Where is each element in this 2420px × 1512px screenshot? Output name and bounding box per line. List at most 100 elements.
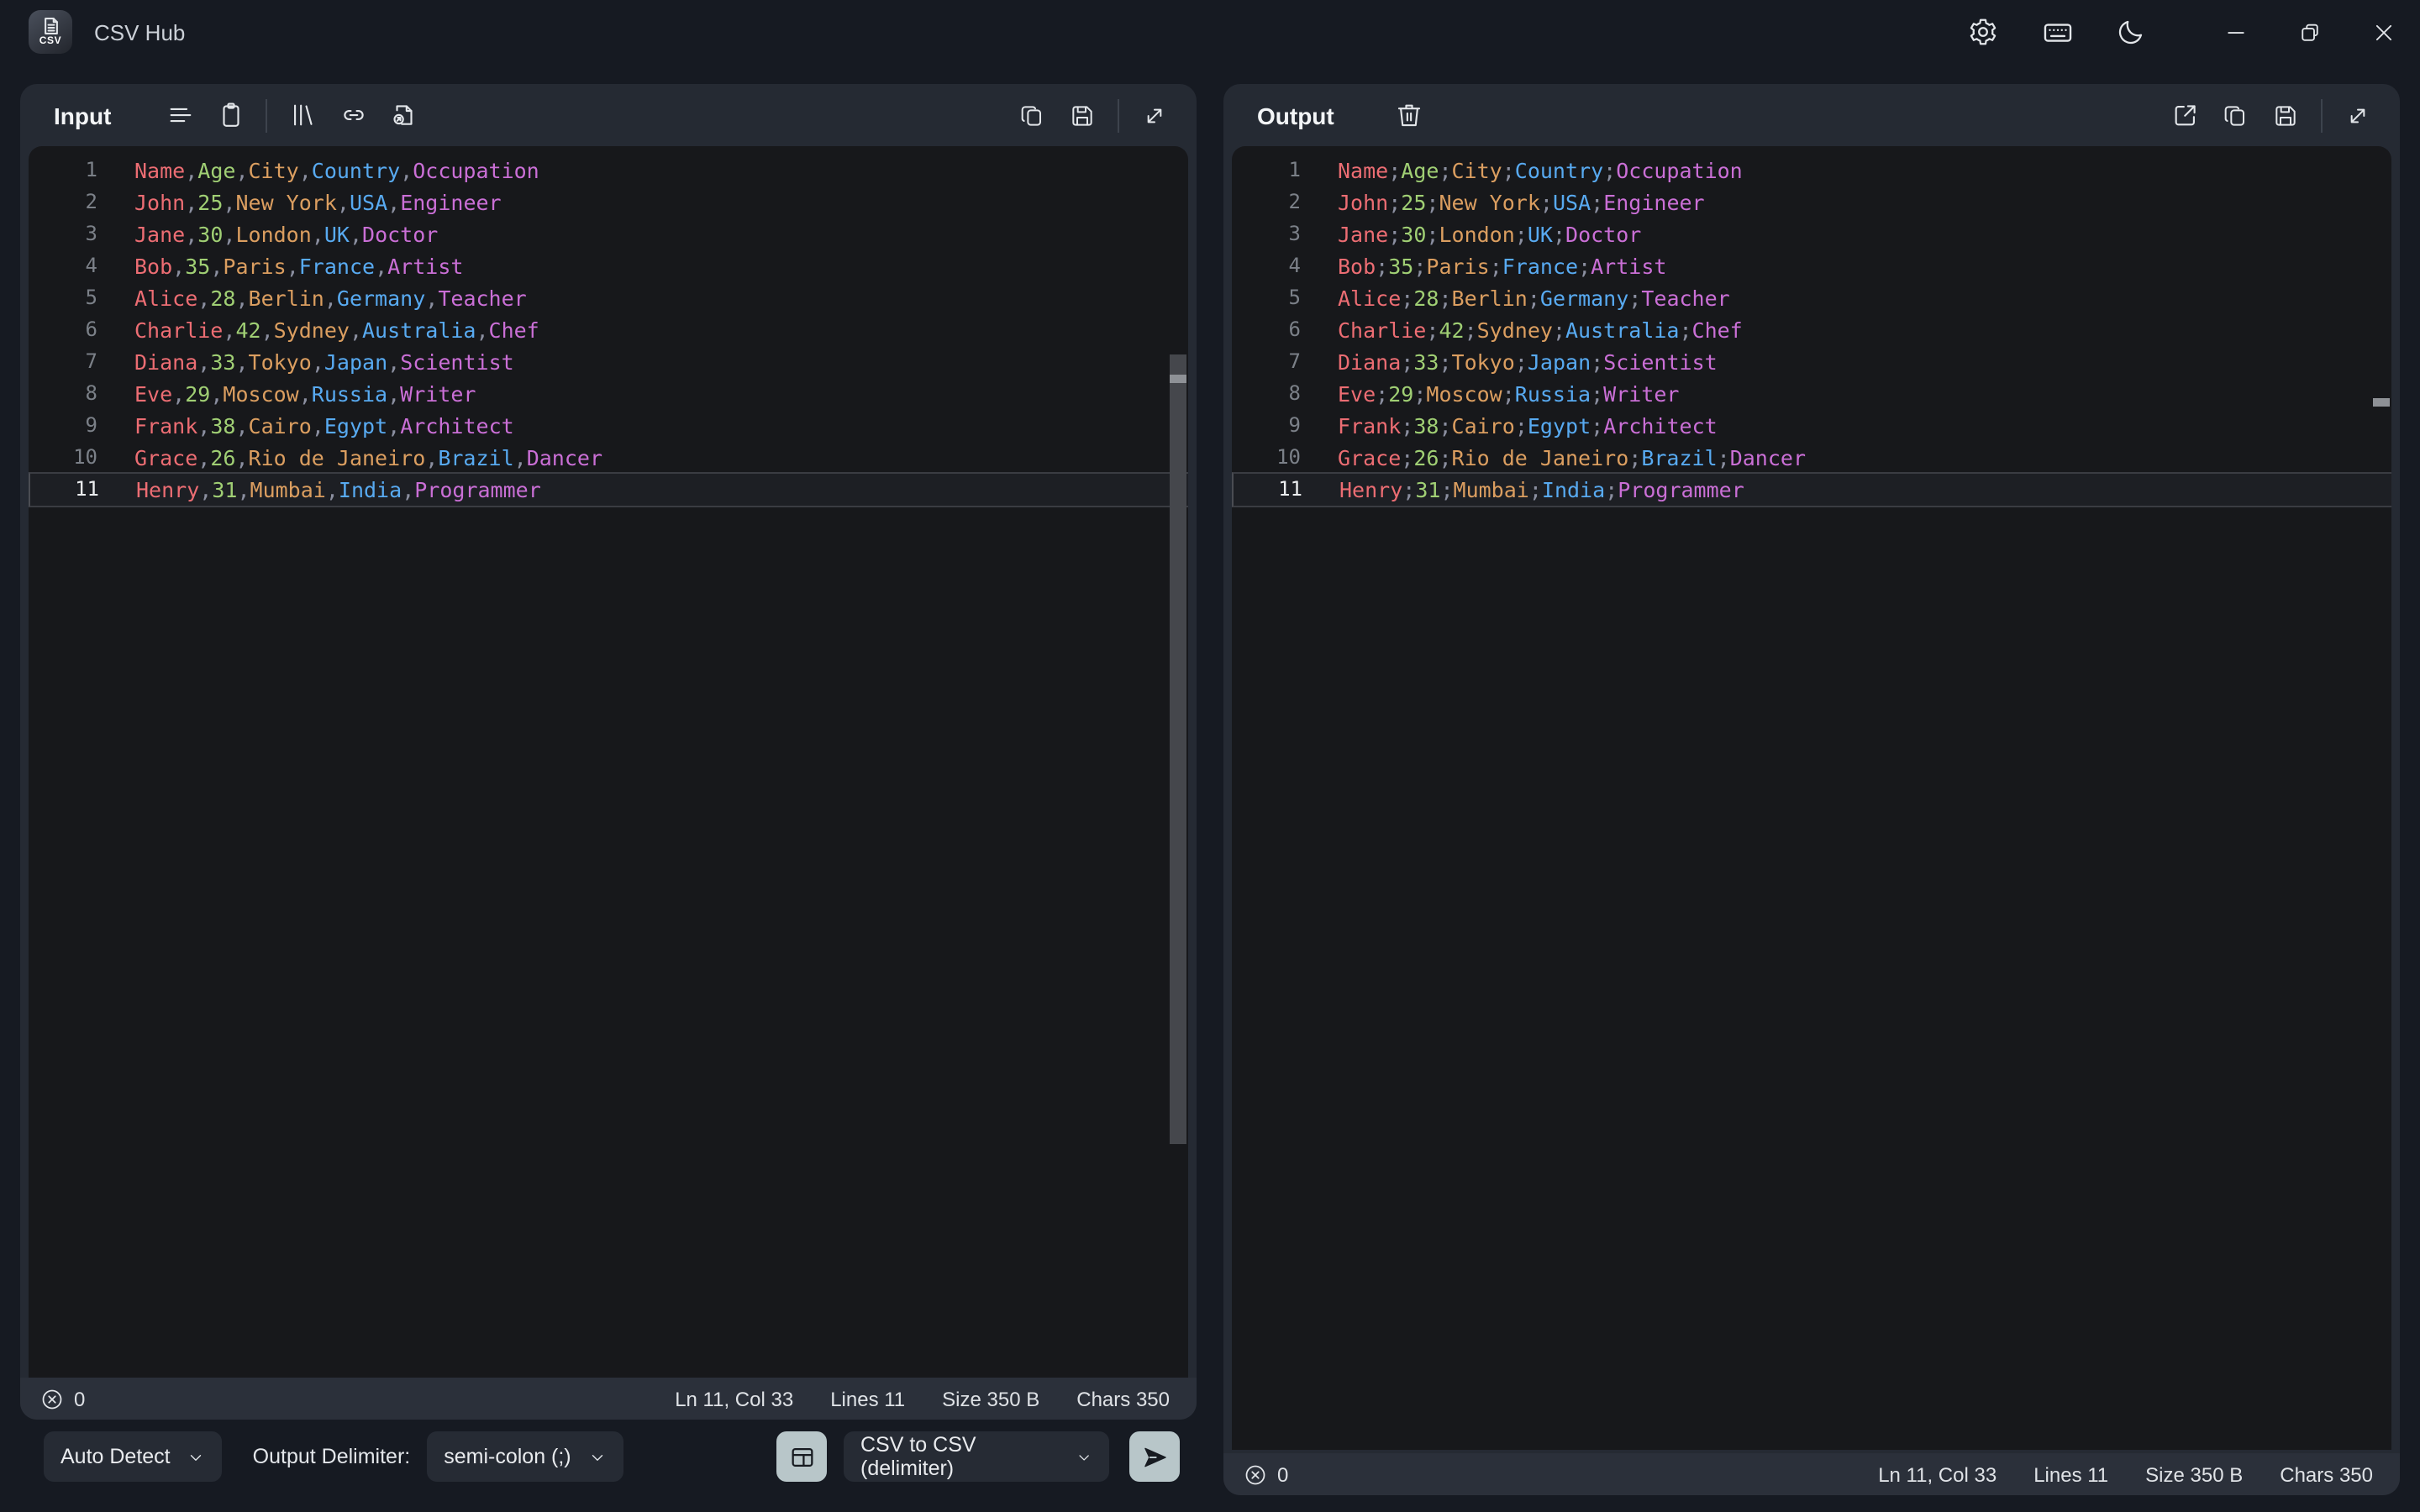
line-number: 11 [1234, 474, 1302, 506]
line-number: 2 [1232, 186, 1301, 218]
line-text: Grace;26;Rio de Janeiro;Brazil;Dancer [1338, 442, 1806, 474]
expand-input-button[interactable] [1129, 90, 1180, 140]
input-size: Size 350 B [942, 1387, 1039, 1410]
clear-output-button[interactable] [1385, 90, 1435, 140]
line-number: 1 [1232, 155, 1301, 186]
line-text: Name,Age,City,Country,Occupation [134, 155, 539, 186]
load-url-button[interactable] [328, 90, 378, 140]
app-icon-label: CSV [39, 37, 62, 47]
chevron-down-icon [187, 1447, 206, 1466]
expand-output-button[interactable] [2333, 90, 2383, 140]
output-editor-line-6[interactable]: 6Charlie;42;Sydney;Australia;Chef [1232, 314, 2391, 346]
library-button[interactable] [277, 90, 328, 140]
output-editor-line-3[interactable]: 3Jane;30;London;UK;Doctor [1232, 218, 2391, 250]
link-icon [339, 101, 367, 129]
chevron-down-icon [588, 1447, 607, 1466]
output-error-count: 0 [1277, 1462, 1288, 1486]
export-output-button[interactable] [2160, 90, 2210, 140]
line-text: Henry,31,Mumbai,India,Programmer [136, 474, 541, 506]
sample-data-button[interactable] [155, 90, 205, 140]
output-editor-line-10[interactable]: 10Grace;26;Rio de Janeiro;Brazil;Dancer [1232, 442, 2391, 474]
theme-toggle-button[interactable] [2094, 0, 2168, 64]
input-editor-line-1[interactable]: 1Name,Age,City,Country,Occupation [29, 155, 1188, 186]
minimize-button[interactable] [2198, 0, 2272, 64]
toolbar-divider [1118, 98, 1119, 132]
output-editor-line-9[interactable]: 9Frank;38;Cairo;Egypt;Architect [1232, 410, 2391, 442]
output-editor-line-5[interactable]: 5Alice;28;Berlin;Germany;Teacher [1232, 282, 2391, 314]
close-button[interactable] [2346, 0, 2420, 64]
convert-button[interactable] [1129, 1431, 1180, 1482]
chevron-down-icon [1076, 1447, 1092, 1466]
input-editor-line-7[interactable]: 7 Diana,33,Tokyo,Japan,Scientist [29, 346, 1188, 378]
output-editor-line-2[interactable]: 2John;25;New York;USA;Engineer [1232, 186, 2391, 218]
line-text: Henry;31;Mumbai;India;Programmer [1339, 474, 1744, 506]
line-number: 2 [29, 186, 97, 218]
output-editor-scrollbar[interactable] [2371, 146, 2391, 1450]
scrollbar-thumb[interactable] [1170, 354, 1186, 1144]
line-number: 11 [30, 474, 99, 506]
output-editor-line-4[interactable]: 4Bob;35;Paris;France;Artist [1232, 250, 2391, 282]
input-editor-line-2[interactable]: 2John,25,New York,USA,Engineer [29, 186, 1188, 218]
table-layout-icon [787, 1442, 816, 1471]
line-text: Diana,33,Tokyo,Japan,Scientist [134, 346, 514, 378]
scrollbar-cursor-marker [2373, 398, 2390, 407]
csv-document-icon [41, 17, 60, 35]
open-file-button[interactable] [378, 90, 429, 140]
output-panel-header: Output [1223, 84, 2400, 146]
output-editor[interactable]: 1Name;Age;City;Country;Occupation2John;2… [1232, 146, 2391, 1450]
input-editor-line-4[interactable]: 4Bob,35,Paris,France,Artist [29, 250, 1188, 282]
output-size: Size 350 B [2145, 1462, 2243, 1486]
save-output-button[interactable] [2260, 90, 2311, 140]
output-cursor-position: Ln 11, Col 33 [1878, 1462, 1996, 1486]
paste-button[interactable] [205, 90, 255, 140]
share-icon [2170, 101, 2199, 129]
output-editor-line-7[interactable]: 7 Diana;33;Tokyo;Japan;Scientist [1232, 346, 2391, 378]
input-editor-line-6[interactable]: 6Charlie,42,Sydney,Australia,Chef [29, 314, 1188, 346]
maximize-button[interactable] [2272, 0, 2346, 64]
input-panel: Input [20, 84, 1197, 1420]
settings-button[interactable] [1946, 0, 2020, 64]
input-line-count: Lines 11 [830, 1387, 905, 1410]
output-editor-line-8[interactable]: 8Eve;29;Moscow;Russia;Writer [1232, 378, 2391, 410]
app-icon: CSV [29, 10, 72, 54]
output-delimiter-select[interactable]: semi-colon (;) [427, 1431, 623, 1482]
input-status-bar: 0 Ln 11, Col 33 Lines 11 Size 350 B Char… [20, 1378, 1197, 1420]
copy-icon [2222, 102, 2249, 129]
input-delimiter-select[interactable]: Auto Detect [44, 1431, 223, 1482]
line-text: Charlie,42,Sydney,Australia,Chef [134, 314, 539, 346]
save-icon [1069, 102, 1096, 129]
line-number: 5 [1232, 282, 1301, 314]
output-editor-line-1[interactable]: 1Name;Age;City;Country;Occupation [1232, 155, 2391, 186]
input-panel-header: Input [20, 84, 1197, 146]
line-text: Jane,30,London,UK,Doctor [134, 218, 438, 250]
keyboard-shortcuts-button[interactable] [2020, 0, 2094, 64]
input-editor-scrollbar[interactable] [1168, 146, 1188, 1378]
line-number: 4 [29, 250, 97, 282]
line-text: Charlie;42;Sydney;Australia;Chef [1338, 314, 1743, 346]
input-editor-line-10[interactable]: 10Grace,26,Rio de Janeiro,Brazil,Dancer [29, 442, 1188, 474]
output-delimiter-value: semi-colon (;) [444, 1445, 571, 1468]
input-editor-line-11[interactable]: 11 Henry,31,Mumbai,India,Programmer [29, 472, 1188, 507]
keyboard-icon [2041, 16, 2073, 48]
input-editor-line-3[interactable]: 3Jane,30,London,UK,Doctor [29, 218, 1188, 250]
conversion-mode-select[interactable]: CSV to CSV (delimiter) [844, 1431, 1109, 1482]
output-editor-line-11[interactable]: 11 Henry;31;Mumbai;India;Programmer [1232, 472, 2391, 507]
save-icon [2272, 102, 2299, 129]
line-text: Diana;33;Tokyo;Japan;Scientist [1338, 346, 1718, 378]
input-editor-line-8[interactable]: 8Eve,29,Moscow,Russia,Writer [29, 378, 1188, 410]
error-count-icon [40, 1387, 64, 1410]
line-number: 4 [1232, 250, 1301, 282]
copy-output-button[interactable] [2210, 90, 2260, 140]
line-number: 7 [1232, 346, 1301, 378]
input-editor-line-5[interactable]: 5Alice,28,Berlin,Germany,Teacher [29, 282, 1188, 314]
input-editor[interactable]: 1Name,Age,City,Country,Occupation2John,2… [29, 146, 1188, 1378]
copy-input-button[interactable] [1007, 90, 1057, 140]
conversion-mode-value: CSV to CSV (delimiter) [860, 1433, 1059, 1480]
save-input-button[interactable] [1057, 90, 1107, 140]
line-number: 8 [1232, 378, 1301, 410]
input-editor-line-9[interactable]: 9Frank,38,Cairo,Egypt,Architect [29, 410, 1188, 442]
input-cursor-position: Ln 11, Col 33 [675, 1387, 793, 1410]
line-number: 10 [29, 442, 97, 474]
table-view-button[interactable] [776, 1431, 827, 1482]
line-number: 7 [29, 346, 97, 378]
